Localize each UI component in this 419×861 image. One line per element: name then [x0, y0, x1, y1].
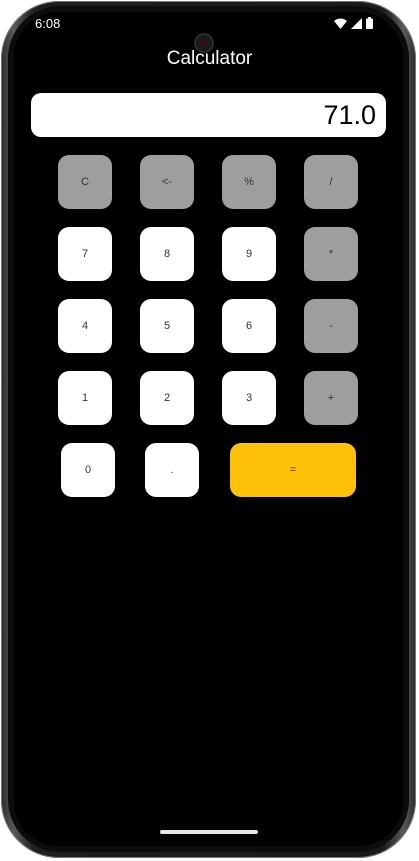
digit-4-button[interactable]: 4	[58, 299, 112, 353]
digit-7-button[interactable]: 7	[58, 227, 112, 281]
result-display: 71.0	[31, 93, 386, 137]
divide-button[interactable]: /	[304, 155, 358, 209]
battery-icon	[366, 17, 373, 29]
equals-button[interactable]: =	[230, 443, 356, 497]
digit-0-button[interactable]: 0	[61, 443, 115, 497]
wifi-icon	[334, 18, 347, 29]
digit-6-button[interactable]: 6	[222, 299, 276, 353]
status-time: 6:08	[35, 16, 61, 31]
digit-9-button[interactable]: 9	[222, 227, 276, 281]
cellular-signal-icon	[351, 17, 362, 29]
digit-8-button[interactable]: 8	[140, 227, 194, 281]
subtract-button[interactable]: -	[304, 299, 358, 353]
add-button[interactable]: +	[304, 371, 358, 425]
percent-button[interactable]: %	[222, 155, 276, 209]
home-indicator[interactable]	[160, 830, 258, 834]
status-icons	[334, 17, 373, 29]
decimal-button[interactable]: .	[145, 443, 199, 497]
backspace-button[interactable]: <-	[140, 155, 194, 209]
digit-3-button[interactable]: 3	[222, 371, 276, 425]
app-title: Calculator	[166, 48, 253, 69]
multiply-button[interactable]: *	[304, 227, 358, 281]
digit-5-button[interactable]: 5	[140, 299, 194, 353]
clear-button[interactable]: C	[58, 155, 112, 209]
digit-2-button[interactable]: 2	[140, 371, 194, 425]
digit-1-button[interactable]: 1	[58, 371, 112, 425]
phone-screen	[14, 12, 403, 846]
